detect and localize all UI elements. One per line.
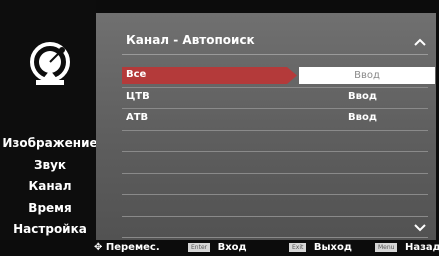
list-item-atv[interactable]: АТВ Ввод bbox=[122, 109, 428, 131]
enter-button[interactable]: Ввод bbox=[348, 91, 377, 102]
row-label: Все bbox=[126, 69, 147, 80]
list-item-empty bbox=[122, 195, 428, 217]
panel-title: Канал - Автопоиск bbox=[126, 33, 255, 47]
sidebar-item-setup[interactable]: Настройка bbox=[0, 219, 100, 241]
list-item-empty bbox=[122, 131, 428, 152]
sidebar-menu: Изображение Звук Канал Время Настройка bbox=[0, 133, 100, 241]
enter-label: Вход bbox=[217, 242, 247, 253]
chevron-down-icon[interactable] bbox=[414, 223, 426, 233]
list-item-dtv[interactable]: ЦТВ Ввод bbox=[122, 88, 428, 109]
selection-highlight bbox=[122, 67, 297, 84]
exit-key: Exit bbox=[289, 243, 307, 252]
row-label: ЦТВ bbox=[126, 90, 150, 102]
exit-hint[interactable]: Exit Выход bbox=[289, 242, 352, 253]
move-label: Перемес. bbox=[105, 242, 160, 253]
divider bbox=[122, 54, 428, 55]
row-label: АТВ bbox=[126, 112, 149, 123]
sidebar-item-sound[interactable]: Звук bbox=[0, 155, 100, 177]
sidebar-item-time[interactable]: Время bbox=[0, 198, 100, 220]
back-hint[interactable]: Menu Назад bbox=[375, 242, 439, 253]
footer-hints: ✥ Перемес. Enter Вход Exit Выход Menu На… bbox=[0, 240, 439, 256]
auto-search-panel: Канал - Автопоиск Все Ввод ЦТВ Ввод АТВ … bbox=[96, 13, 436, 240]
option-list: Все Ввод ЦТВ Ввод АТВ Ввод bbox=[122, 66, 435, 238]
move-hint: ✥ Перемес. bbox=[94, 242, 160, 253]
exit-label: Выход bbox=[313, 242, 352, 253]
list-item-empty bbox=[122, 152, 428, 174]
back-label: Назад bbox=[404, 242, 439, 253]
list-item-all[interactable]: Все Ввод bbox=[122, 66, 435, 88]
dpad-icon: ✥ bbox=[94, 242, 103, 253]
satellite-dish-icon bbox=[30, 42, 70, 85]
sidebar-item-picture[interactable]: Изображение bbox=[0, 133, 100, 155]
enter-key: Enter bbox=[188, 243, 211, 252]
sidebar-item-channel[interactable]: Канал bbox=[0, 176, 100, 198]
menu-key: Menu bbox=[375, 243, 398, 252]
list-item-empty bbox=[122, 174, 428, 195]
enter-button[interactable]: Ввод bbox=[299, 67, 435, 84]
list-item-empty bbox=[122, 217, 428, 238]
enter-button[interactable]: Ввод bbox=[348, 112, 377, 123]
chevron-up-icon[interactable] bbox=[414, 37, 426, 47]
sidebar: Изображение Звук Канал Время Настройка bbox=[0, 0, 98, 240]
enter-hint[interactable]: Enter Вход bbox=[188, 242, 247, 253]
